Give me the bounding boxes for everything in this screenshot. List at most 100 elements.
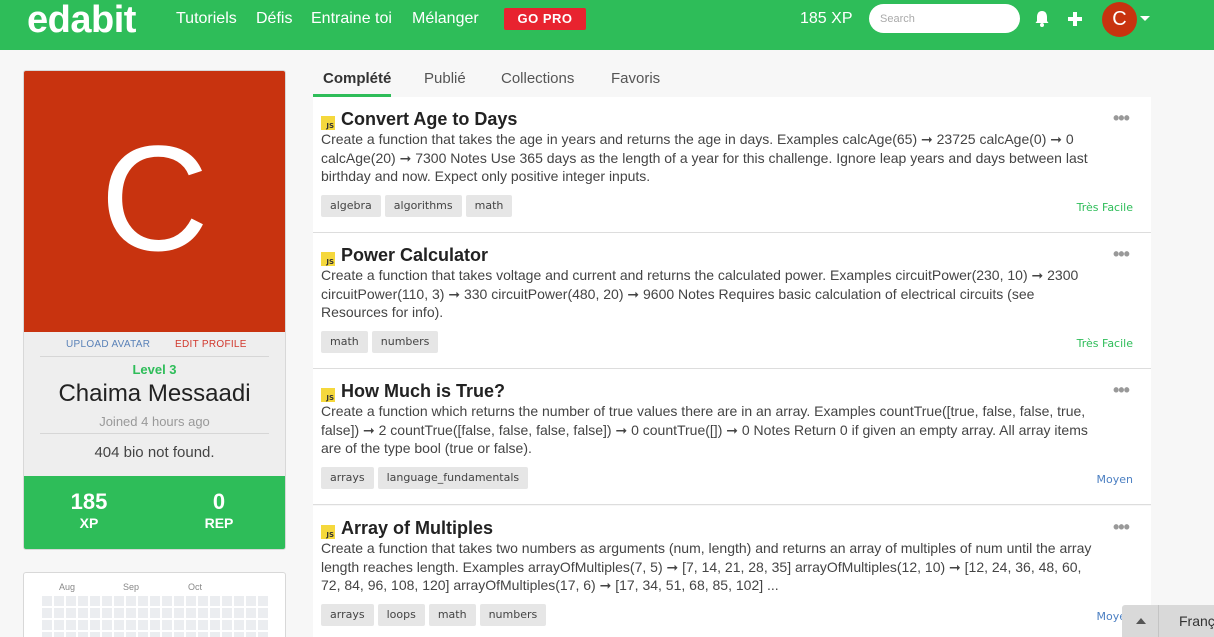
stat-xp-label: XP	[79, 515, 99, 531]
calendar-day-cell	[102, 608, 112, 618]
calendar-day-cell	[210, 608, 220, 618]
level-label: Level 3	[132, 362, 177, 377]
calendar-day-cell	[234, 632, 244, 637]
month-label-sep: Sep	[123, 582, 140, 592]
chevron-up-icon[interactable]	[1136, 618, 1146, 624]
chevron-down-icon[interactable]	[1140, 16, 1150, 21]
calendar-day-cell	[114, 608, 124, 618]
stat-rep: 0 REP	[154, 490, 284, 532]
stat-xp-value: 185	[70, 489, 108, 514]
calendar-day-cell	[210, 620, 220, 630]
calendar-day-cell	[234, 608, 244, 618]
challenge-item[interactable]: JS How Much is True? ••• Create a functi…	[313, 369, 1151, 505]
calendar-day-cell	[198, 608, 208, 618]
brand-logo[interactable]: edabit	[27, 0, 136, 44]
stat-rep-value: 0	[212, 489, 226, 514]
profile-actions: UPLOAD AVATAR EDIT PROFILE	[40, 333, 269, 357]
calendar-day-cell	[162, 608, 172, 618]
calendar-day-cell	[114, 632, 124, 637]
challenge-title[interactable]: Convert Age to Days	[341, 109, 517, 130]
calendar-day-cell	[246, 596, 256, 606]
calendar-day-cell	[174, 632, 184, 637]
calendar-day-cell	[198, 596, 208, 606]
calendar-day-cell	[222, 620, 232, 630]
calendar-day-cell	[186, 596, 196, 606]
challenge-item[interactable]: JS Power Calculator ••• Create a functio…	[313, 233, 1151, 369]
calendar-grid	[42, 596, 270, 637]
challenge-item[interactable]: JS Convert Age to Days ••• Create a func…	[313, 97, 1151, 233]
tab-collections[interactable]: Collections	[501, 70, 574, 87]
difficulty-label: Très Facile	[1076, 337, 1133, 350]
calendar-day-cell	[90, 608, 100, 618]
more-options-icon[interactable]: •••	[1113, 517, 1130, 538]
nav-link-tutoriels[interactable]: Tutoriels	[176, 10, 237, 28]
stat-xp: 185 XP	[24, 490, 154, 532]
calendar-day-cell	[42, 608, 52, 618]
tab-favoris[interactable]: Favoris	[611, 70, 660, 87]
top-navbar: edabit Tutoriels Défis Entraine toi Méla…	[0, 0, 1214, 50]
tag[interactable]: numbers	[479, 604, 547, 626]
tag[interactable]: numbers	[371, 331, 439, 353]
calendar-day-cell	[186, 632, 196, 637]
calendar-day-cell	[54, 608, 64, 618]
tag[interactable]: loops	[377, 604, 425, 626]
calendar-day-cell	[42, 632, 52, 637]
calendar-day-cell	[126, 596, 136, 606]
profile-bio: 404 bio not found.	[94, 444, 215, 461]
tag[interactable]: math	[465, 195, 513, 217]
calendar-day-cell	[174, 620, 184, 630]
calendar-day-cell	[54, 596, 64, 606]
nav-link-defis[interactable]: Défis	[256, 10, 292, 28]
upload-avatar-link[interactable]: UPLOAD AVATAR	[66, 339, 150, 350]
nav-link-entraine-toi[interactable]: Entraine toi	[311, 10, 392, 28]
search-input[interactable]	[869, 4, 1020, 33]
calendar-day-cell	[102, 620, 112, 630]
tag[interactable]: algebra	[321, 195, 381, 217]
tab-publie[interactable]: Publié	[424, 70, 466, 87]
tag-list: arrays loops math numbers	[321, 604, 550, 626]
tag[interactable]: arrays	[321, 467, 374, 489]
calendar-day-cell	[258, 620, 268, 630]
more-options-icon[interactable]: •••	[1113, 244, 1130, 265]
joined-text: Joined 4 hours ago	[99, 414, 210, 429]
challenge-title[interactable]: How Much is True?	[341, 381, 505, 402]
edit-profile-link[interactable]: EDIT PROFILE	[175, 339, 247, 350]
user-avatar-button[interactable]: C	[1102, 2, 1137, 37]
language-selector[interactable]: Français	[1122, 605, 1214, 637]
calendar-day-cell	[90, 620, 100, 630]
calendar-day-cell	[150, 632, 160, 637]
tag-list: algebra algorithms math	[321, 195, 516, 217]
bell-icon[interactable]	[1034, 10, 1050, 28]
calendar-day-cell	[198, 620, 208, 630]
challenge-item[interactable]: JS Array of Multiples ••• Create a funct…	[313, 506, 1151, 637]
more-options-icon[interactable]: •••	[1113, 380, 1130, 401]
calendar-day-cell	[78, 620, 88, 630]
calendar-day-cell	[126, 620, 136, 630]
plus-icon[interactable]	[1067, 10, 1083, 28]
language-label[interactable]: Français	[1179, 613, 1214, 629]
tag[interactable]: language_fundamentals	[377, 467, 529, 489]
calendar-day-cell	[186, 620, 196, 630]
difficulty-label: Très Facile	[1076, 201, 1133, 214]
tag[interactable]: math	[428, 604, 476, 626]
go-pro-button[interactable]: GO PRO	[504, 8, 586, 30]
challenge-description: Create a function which returns the numb…	[321, 403, 1088, 456]
challenge-title[interactable]: Array of Multiples	[341, 518, 493, 539]
tag[interactable]: arrays	[321, 604, 374, 626]
calendar-day-cell	[222, 632, 232, 637]
profile-card: C UPLOAD AVATAR EDIT PROFILE Level 3 Cha…	[23, 70, 286, 550]
calendar-day-cell	[162, 596, 172, 606]
tag[interactable]: algorithms	[384, 195, 462, 217]
tag[interactable]: math	[321, 331, 368, 353]
calendar-day-cell	[186, 608, 196, 618]
calendar-day-cell	[174, 608, 184, 618]
calendar-day-cell	[78, 608, 88, 618]
more-options-icon[interactable]: •••	[1113, 108, 1130, 129]
calendar-day-cell	[90, 596, 100, 606]
nav-link-melanger[interactable]: Mélanger	[412, 10, 479, 28]
tab-complete[interactable]: Complété	[323, 70, 391, 87]
activity-calendar: Aug Sep Oct	[23, 572, 286, 637]
challenge-title[interactable]: Power Calculator	[341, 245, 488, 266]
calendar-day-cell	[138, 596, 148, 606]
calendar-day-cell	[210, 596, 220, 606]
